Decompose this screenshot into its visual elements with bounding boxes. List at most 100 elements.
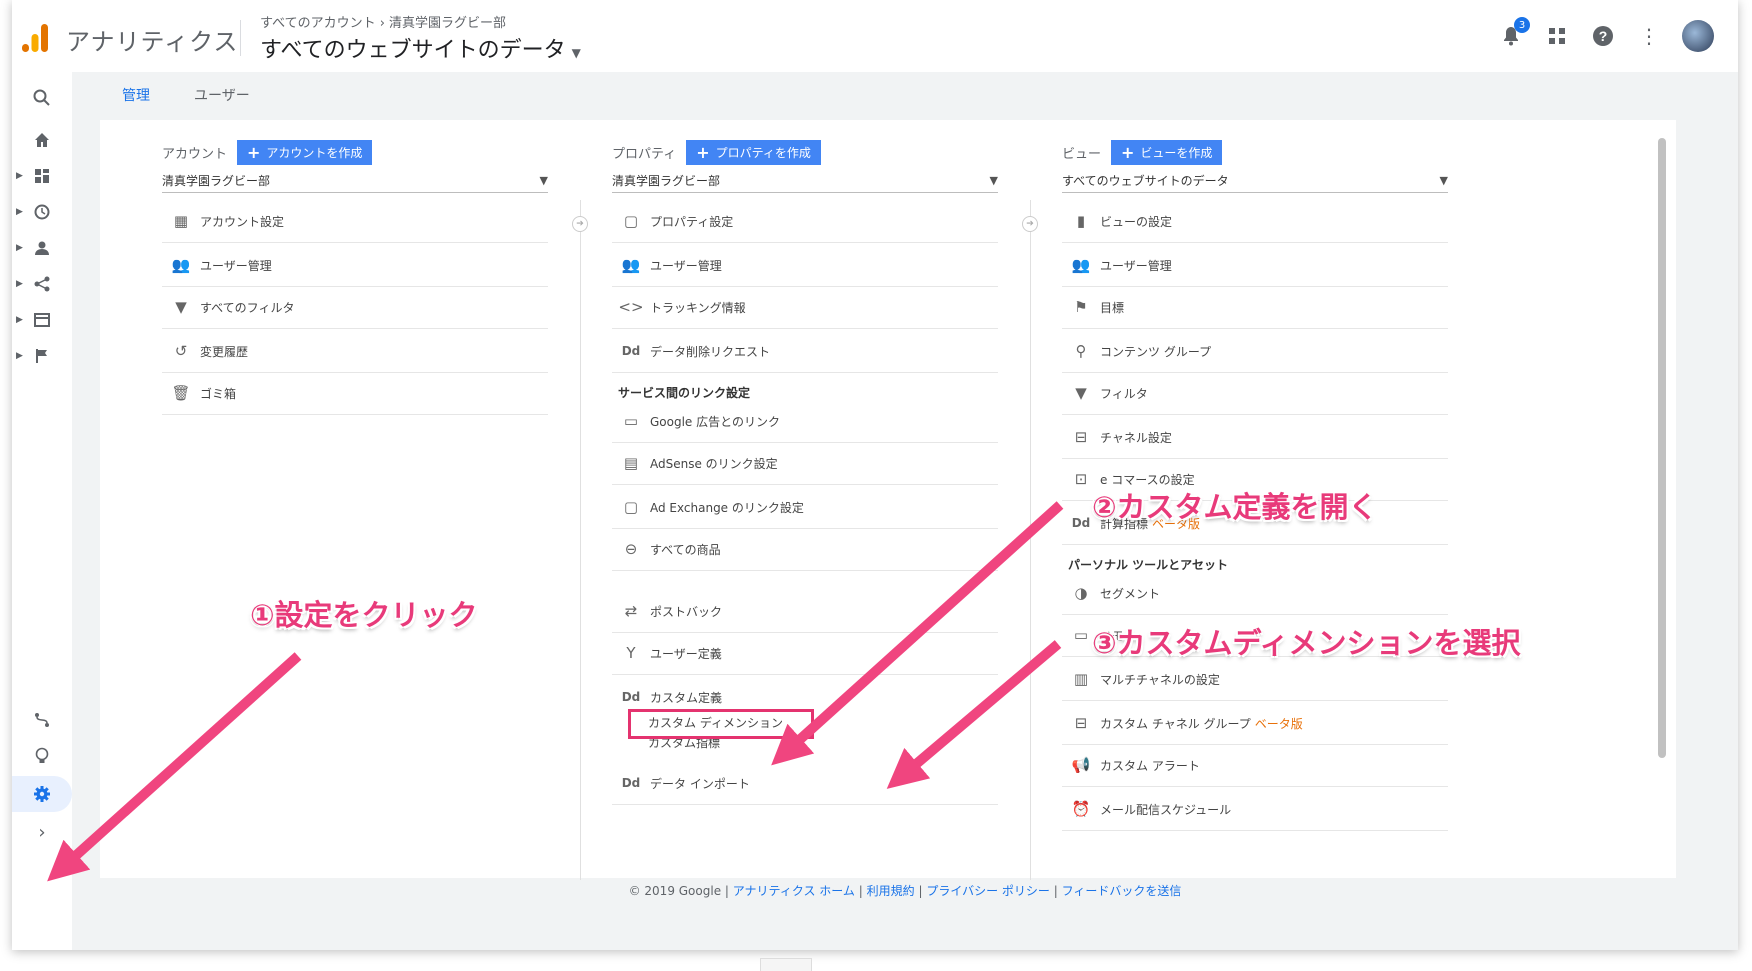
filter-icon: ▼ — [175, 298, 187, 316]
expand-arrow-icon: ▶ — [16, 171, 23, 181]
goals-item[interactable]: ⚑ 目標 — [1062, 286, 1448, 329]
avatar[interactable] — [1682, 20, 1714, 52]
highlight-box — [628, 709, 814, 739]
property-header: プロパティ + プロパティを作成 — [612, 140, 821, 165]
attribution-icon[interactable] — [12, 702, 72, 738]
more-vert-icon[interactable]: ⋮ — [1636, 23, 1662, 49]
tab-admin[interactable]: 管理 — [100, 72, 172, 122]
data-import-item[interactable]: Dd データ インポート — [612, 762, 998, 805]
property-settings-item[interactable]: ▢ プロパティ設定 — [612, 200, 998, 243]
caret-down-icon: ▼ — [571, 46, 581, 60]
create-view-button[interactable]: + ビューを作成 — [1111, 140, 1223, 165]
item-label: セグメント — [1100, 586, 1161, 601]
create-property-button[interactable]: + プロパティを作成 — [686, 140, 821, 165]
tracking-info-item[interactable]: <> トラッキング情報 — [612, 286, 998, 329]
notification-badge: 3 — [1514, 17, 1530, 33]
conversions-flag-icon[interactable]: ▶ — [12, 338, 72, 374]
footer-link-privacy[interactable]: プライバシー ポリシー — [926, 884, 1050, 898]
item-label: チャネル設定 — [1100, 430, 1172, 445]
flag-icon: ⚑ — [1074, 298, 1088, 316]
view-title: すべてのウェブサイトのデータ — [260, 38, 566, 63]
property-icon: ▢ — [623, 212, 639, 230]
analytics-logo-icon[interactable] — [20, 22, 50, 54]
item-label: 変更履歴 — [200, 344, 249, 359]
audience-person-icon[interactable]: ▶ — [12, 230, 72, 266]
realtime-clock-icon[interactable]: ▶ — [12, 194, 72, 230]
view-filters-item[interactable]: ▼ フィルタ — [1062, 372, 1448, 415]
multichannel-settings-item[interactable]: ▥ マルチチャネルの設定 — [1062, 658, 1448, 701]
plus-icon: + — [1121, 143, 1135, 162]
view-settings-item[interactable]: ▮ ビューの設定 — [1062, 200, 1448, 243]
fork-icon: Y — [626, 644, 636, 662]
change-history-item[interactable]: ↺ 変更履歴 — [162, 330, 548, 373]
custom-channel-grouping-item[interactable]: ⊟ カスタム チャネル グループ ベータ版 — [1062, 702, 1448, 745]
dd-icon: Dd — [621, 690, 641, 704]
create-account-button[interactable]: + アカウントを作成 — [237, 140, 373, 165]
user-definition-item[interactable]: Y ユーザー定義 — [612, 632, 998, 675]
dd-icon: Dd — [621, 344, 641, 358]
behavior-icon[interactable]: ▶ — [12, 302, 72, 338]
channel-settings-item[interactable]: ⊟ チャネル設定 — [1062, 416, 1448, 459]
property-user-management-item[interactable]: 👥 ユーザー管理 — [612, 244, 998, 287]
search-icon[interactable] — [12, 80, 72, 116]
column-divider: ➔ — [1022, 200, 1038, 880]
footer-link-analytics-home[interactable]: アナリティクス ホーム — [733, 884, 855, 898]
scheduled-emails-item[interactable]: ⏰ メール配信スケジュール — [1062, 788, 1448, 831]
products-link-icon: ⊖ — [624, 540, 638, 558]
dropdown-caret-icon: ▼ — [989, 173, 998, 187]
view-selector[interactable]: すべてのウェブサイトのデータ ▼ — [260, 32, 581, 64]
discover-lightbulb-icon[interactable] — [12, 738, 72, 774]
account-selector[interactable]: 清真学園ラグビー部 ▼ — [162, 168, 548, 193]
data-deletion-item[interactable]: Dd データ削除リクエスト — [612, 330, 998, 373]
filter-icon: ▼ — [1075, 384, 1087, 402]
notifications-bell-icon[interactable]: 3 — [1498, 17, 1530, 49]
all-products-item[interactable]: ⊖ すべての商品 — [612, 528, 998, 571]
breadcrumb[interactable]: すべてのアカウント › 清真学園ラグビー部 — [260, 12, 506, 31]
trash-item[interactable]: 🗑 ゴミ箱 — [162, 372, 548, 415]
view-user-management-item[interactable]: 👥 ユーザー管理 — [1062, 244, 1448, 287]
customization-icon[interactable]: ▶ — [12, 158, 72, 194]
ad-exchange-link-item[interactable]: ▢ Ad Exchange のリンク設定 — [612, 486, 998, 529]
plus-icon: + — [247, 143, 261, 162]
footer: © 2019 Google | アナリティクス ホーム | 利用規約 | プライ… — [72, 882, 1738, 899]
item-label: ポストバック — [650, 604, 723, 619]
all-filters-item[interactable]: ▼ すべてのフィルタ — [162, 286, 548, 329]
footer-link-feedback[interactable]: フィードバックを送信 — [1062, 884, 1182, 898]
postback-item[interactable]: ⇄ ポストバック — [612, 590, 998, 633]
home-icon[interactable] — [12, 122, 72, 158]
people-icon: 👥 — [621, 256, 641, 274]
custom-alerts-item[interactable]: 📢 カスタム アラート — [1062, 744, 1448, 787]
item-label: データ削除リクエスト — [650, 344, 771, 359]
segments-item[interactable]: ◑ セグメント — [1062, 572, 1448, 615]
property-heading: プロパティ — [612, 147, 677, 162]
content-grouping-item[interactable]: ⚲ コンテンツ グループ — [1062, 330, 1448, 373]
admin-settings-gear-icon[interactable] — [12, 776, 72, 812]
top-header: アナリティクス すべてのアカウント › 清真学園ラグビー部 すべてのウェブサイト… — [12, 0, 1738, 73]
acquisition-icon[interactable]: ▶ — [12, 266, 72, 302]
item-label: ユーザー管理 — [1100, 258, 1172, 273]
tab-user[interactable]: ユーザー — [172, 72, 272, 120]
account-header: アカウント + アカウントを作成 — [162, 140, 373, 165]
dropdown-caret-icon: ▼ — [539, 173, 548, 187]
account-settings-item[interactable]: ▦ アカウント設定 — [162, 200, 548, 243]
plus-icon: + — [696, 143, 710, 162]
adsense-icon: ▤ — [623, 454, 639, 472]
expand-arrow-icon: ▶ — [16, 351, 23, 361]
footer-link-terms[interactable]: 利用規約 — [867, 884, 915, 898]
item-label: カスタム アラート — [1100, 758, 1200, 773]
account-user-management-item[interactable]: 👥 ユーザー管理 — [162, 244, 548, 287]
google-ads-link-item[interactable]: ▭ Google 広告とのリンク — [612, 400, 998, 443]
scrollbar[interactable] — [1658, 138, 1666, 758]
apps-grid-icon[interactable] — [1544, 23, 1570, 49]
expand-chevron-right-icon[interactable]: › — [12, 814, 72, 850]
help-icon[interactable]: ? — [1590, 23, 1616, 49]
expand-arrow-icon: ▶ — [16, 315, 23, 325]
item-label: ユーザー管理 — [200, 258, 272, 273]
view-selector[interactable]: すべてのウェブサイトのデータ ▼ — [1062, 168, 1448, 193]
adsense-link-item[interactable]: ▤ AdSense のリンク設定 — [612, 442, 998, 485]
view-selected: すべてのウェブサイトのデータ — [1062, 173, 1229, 188]
property-selector[interactable]: 清真学園ラグビー部 ▼ — [612, 168, 998, 193]
personal-tools-heading: パーソナル ツールとアセット — [1068, 558, 1228, 572]
trash-icon: 🗑 — [171, 384, 191, 402]
people-icon: 👥 — [171, 256, 191, 274]
